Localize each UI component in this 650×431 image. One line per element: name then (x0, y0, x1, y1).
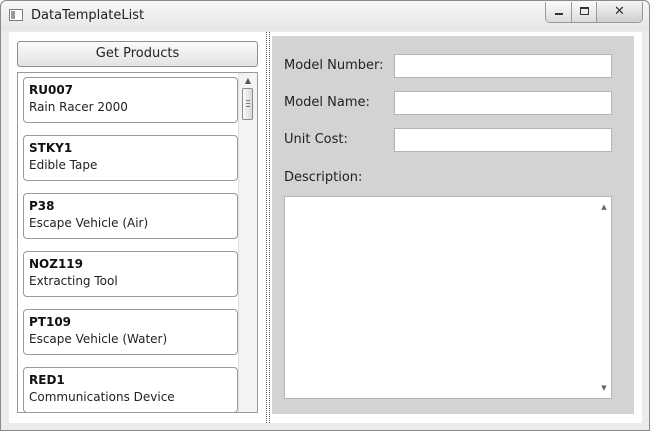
list-item[interactable]: RU007 Rain Racer 2000 (23, 77, 238, 123)
main-window: DataTemplateList ✕ Get Products RU007 Ra… (0, 0, 650, 431)
close-button[interactable]: ✕ (597, 2, 642, 22)
product-name: Extracting Tool (29, 274, 118, 288)
unit-cost-label: Unit Cost: (284, 132, 348, 147)
description-label: Description: (284, 170, 363, 185)
list-scrollbar[interactable]: ▲ (238, 73, 257, 412)
product-code: NOZ119 (29, 257, 83, 271)
list-item[interactable]: STKY1 Edible Tape (23, 135, 238, 181)
list-item[interactable]: PT109 Escape Vehicle (Water) (23, 309, 238, 355)
scroll-down-icon[interactable]: ▼ (596, 381, 612, 395)
product-name: Rain Racer 2000 (29, 100, 128, 114)
grip-line (246, 106, 250, 107)
list-item[interactable]: P38 Escape Vehicle (Air) (23, 193, 238, 239)
grip-line (246, 103, 250, 104)
product-code: STKY1 (29, 141, 73, 155)
app-icon[interactable] (9, 9, 23, 21)
product-list-pane: Get Products RU007 Rain Racer 2000 STKY1… (9, 32, 265, 423)
product-detail-panel: Model Number: Model Name: Unit Cost: Des… (272, 36, 634, 414)
title-bar[interactable]: DataTemplateList ✕ (1, 1, 649, 31)
window-controls: ✕ (545, 2, 643, 23)
client-area: Get Products RU007 Rain Racer 2000 STKY1… (9, 32, 642, 423)
model-number-field[interactable] (394, 54, 612, 78)
unit-cost-field[interactable] (394, 128, 612, 152)
product-code: RU007 (29, 83, 74, 97)
scroll-up-icon[interactable]: ▲ (239, 73, 257, 88)
minimize-button[interactable] (546, 2, 572, 22)
grip-line (246, 100, 250, 101)
maximize-icon (580, 7, 589, 15)
scroll-up-icon[interactable]: ▲ (596, 200, 612, 214)
model-name-label: Model Name: (284, 95, 370, 110)
model-number-label: Model Number: (284, 58, 384, 73)
grid-splitter[interactable] (265, 32, 271, 423)
product-name: Escape Vehicle (Air) (29, 216, 149, 230)
scroll-thumb[interactable] (242, 88, 253, 120)
maximize-button[interactable] (572, 2, 597, 22)
close-icon: ✕ (614, 4, 625, 19)
window-title: DataTemplateList (31, 8, 145, 23)
product-name: Edible Tape (29, 158, 98, 172)
product-code: RED1 (29, 373, 65, 387)
description-textarea[interactable] (284, 196, 612, 399)
product-listbox[interactable]: RU007 Rain Racer 2000 STKY1 Edible Tape … (17, 72, 258, 413)
minimize-icon (555, 13, 563, 15)
product-code: PT109 (29, 315, 72, 329)
product-name: Communications Device (29, 390, 175, 404)
list-item[interactable]: RED1 Communications Device (23, 367, 238, 412)
model-name-field[interactable] (394, 91, 612, 115)
get-products-button[interactable]: Get Products (17, 41, 258, 67)
description-scrollbar[interactable]: ▲ ▼ (596, 197, 612, 398)
product-code: P38 (29, 199, 55, 213)
list-item[interactable]: NOZ119 Extracting Tool (23, 251, 238, 297)
product-name: Escape Vehicle (Water) (29, 332, 168, 346)
